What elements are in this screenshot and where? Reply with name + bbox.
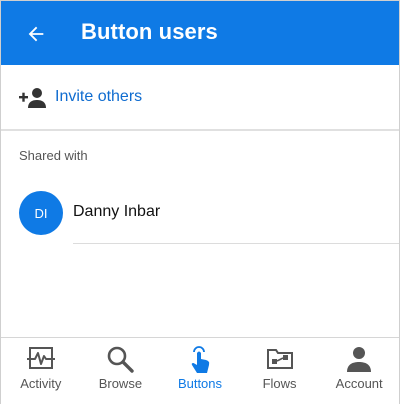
nav-label-activity: Activity: [20, 376, 62, 391]
nav-item-browse[interactable]: Browse: [81, 338, 161, 404]
divider: [73, 243, 399, 244]
nav-item-account[interactable]: Account: [319, 338, 399, 404]
bottom-navigation: Activity Browse Buttons Flows Account: [1, 337, 399, 404]
nav-label-flows: Flows: [262, 376, 297, 391]
nav-label-account: Account: [335, 376, 383, 391]
back-button[interactable]: [23, 21, 49, 47]
nav-label-buttons: Buttons: [177, 376, 223, 391]
invite-others-button[interactable]: Invite others: [1, 65, 399, 131]
flows-icon: [266, 349, 293, 369]
app-bar: Button users: [1, 1, 399, 65]
nav-label-browse: Browse: [98, 376, 143, 391]
nav-item-buttons[interactable]: Buttons: [160, 338, 240, 404]
invite-others-label: Invite others: [55, 88, 143, 105]
avatar: DI: [19, 191, 63, 235]
arrow-back-icon: [28, 26, 44, 42]
activity-icon: [26, 347, 55, 369]
person-add-icon: [19, 88, 46, 108]
nav-item-flows[interactable]: Flows: [240, 338, 320, 404]
user-name: Danny Inbar: [73, 203, 161, 220]
shared-with-label: Shared with: [19, 148, 88, 163]
page-title: Button users: [81, 19, 218, 44]
search-icon: [108, 346, 135, 373]
person-icon: [347, 347, 372, 372]
nav-item-activity[interactable]: Activity: [1, 338, 81, 404]
user-list-item[interactable]: DI Danny Inbar: [1, 189, 399, 243]
touch-icon: [191, 346, 210, 373]
